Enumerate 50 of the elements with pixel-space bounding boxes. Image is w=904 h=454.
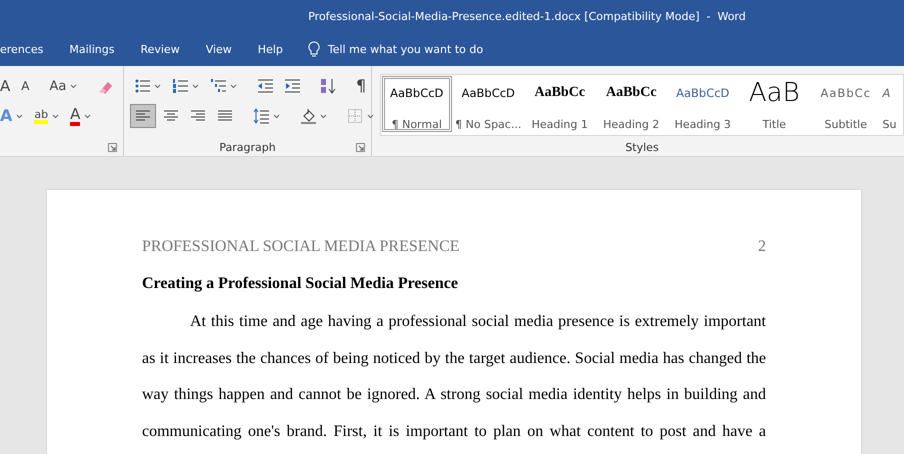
group-label: Paragraph (219, 140, 276, 154)
ribbon-tab[interactable]: View (192, 32, 245, 66)
caret-icon (52, 114, 60, 118)
dialog-launcher-icon (356, 143, 365, 152)
align-left-button[interactable] (130, 104, 156, 128)
highlight-button[interactable]: ab (30, 104, 64, 128)
style-item[interactable]: AaBbCcD Heading 3 (667, 75, 738, 133)
line-spacing-icon (253, 108, 269, 124)
window-title: Professional-Social-Media-Presence.edited-1.docx [Compatibility Mode] - Word (308, 10, 746, 22)
style-item[interactable]: A Su (882, 75, 903, 133)
ribbon-tab[interactable]: Review (127, 32, 193, 66)
outdent-icon (257, 78, 273, 94)
change-case-button[interactable]: Aa (45, 74, 82, 98)
indent-icon (284, 78, 300, 94)
caret-icon (70, 84, 78, 88)
list-multilevel-icon (210, 78, 226, 94)
grow-font-button[interactable]: A (0, 74, 14, 98)
paint-bucket-icon (300, 108, 316, 124)
sort-icon (320, 78, 336, 94)
caret-icon (367, 114, 374, 118)
page-number: 2 (758, 238, 766, 256)
tell-me-search[interactable]: Tell me what you want to do (328, 32, 484, 66)
ribbon-tab[interactable]: Mailings (56, 32, 128, 66)
ribbon-tab[interactable]: Help (244, 32, 296, 66)
caret-icon (192, 84, 199, 88)
group-label: Styles (625, 140, 659, 154)
borders-icon (347, 108, 363, 124)
caret-icon (154, 84, 161, 88)
caret-icon (230, 84, 237, 88)
caret-icon (320, 114, 327, 118)
document-heading: Creating a Professional Social Media Presence (142, 275, 459, 293)
lightbulb-icon (308, 40, 320, 58)
show-marks-button[interactable]: ¶ (352, 74, 370, 98)
caret-icon (273, 114, 280, 118)
body-paragraph: At this time and age having a professional social media presence is extremely important as it increases the chances of being noticed by the target audience. Social media has changed the way things happen and cannot be ignored. A strong social media identity helps in building and communicating one's brand. First, it is important to plan on what content to post and have a (142, 312, 766, 442)
shrink-font-button[interactable]: A (17, 74, 34, 98)
font-color-button[interactable]: A (66, 104, 96, 128)
style-item[interactable]: AaB Title (738, 75, 810, 133)
style-item[interactable]: AaBbCc Subtitle (810, 75, 882, 133)
style-item[interactable]: AaBbCc Heading 1 (524, 75, 596, 133)
style-item[interactable]: AaBbCcD ¶ No Spac... (452, 75, 524, 133)
style-item[interactable]: AaBbCcD ¶ Normal (381, 75, 452, 133)
list-bullets-icon (134, 78, 150, 94)
caret-icon (84, 114, 92, 118)
dialog-launcher-icon (108, 143, 117, 152)
ribbon-tab[interactable]: erences (0, 32, 56, 66)
list-numbered-icon (172, 78, 188, 94)
caret-icon (16, 114, 24, 118)
running-header: PROFESSIONAL SOCIAL MEDIA PRESENCE (142, 238, 460, 256)
style-item[interactable]: AaBbCc Heading 2 (596, 75, 667, 133)
